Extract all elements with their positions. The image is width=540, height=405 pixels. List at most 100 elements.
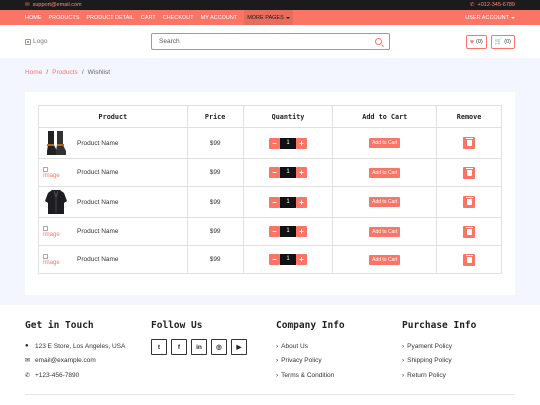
search-icon[interactable] [375, 38, 382, 45]
plus-button[interactable]: + [295, 196, 307, 208]
nav-more-pages[interactable]: MORE PAGES [244, 10, 293, 25]
minus-button[interactable]: − [268, 137, 280, 149]
linkedin-icon[interactable]: in [191, 339, 207, 355]
plus-button[interactable]: + [295, 137, 307, 149]
table-row: Product Name $99 −1 + Add to Cart [38, 186, 502, 218]
product-price: $99 [186, 127, 244, 159]
footer-link-privacy[interactable]: › Privacy Policy [276, 354, 345, 369]
footer-link-return[interactable]: › Return Policy [402, 368, 476, 383]
cart-button[interactable]: 🛒 (0) [490, 35, 515, 49]
quantity-input[interactable]: 1 [279, 137, 296, 149]
remove-button[interactable] [463, 166, 476, 179]
footer-email[interactable]: ✉ email@example.com [25, 354, 125, 369]
quantity-stepper: −1 + [268, 137, 307, 149]
table-row: Image Product Name $99 −1 + Add to Cart [38, 245, 502, 274]
wishlist-button[interactable]: ♥ (0) [465, 35, 487, 49]
add-to-cart-button[interactable]: Add to Cart [369, 167, 401, 178]
table-row: Image Product Name $99 −1 + Add to Cart [38, 158, 502, 187]
wishlist-panel: Product Price Quantity Add to Cart Remov… [25, 92, 515, 295]
footer-link-terms[interactable]: › Terms & Condition [276, 368, 345, 383]
nav-checkout[interactable]: CHECKOUT [163, 10, 194, 25]
chevron-right-icon: › [276, 357, 279, 365]
remove-button[interactable] [463, 253, 476, 266]
quantity-stepper: −1 + [268, 254, 307, 265]
chevron-right-icon: › [402, 371, 405, 379]
trash-icon [465, 138, 473, 146]
map-marker-icon: ● [25, 343, 29, 350]
product-name[interactable]: Product Name [77, 140, 119, 147]
product-image[interactable]: Image [43, 160, 69, 186]
quantity-stepper: −1 + [268, 226, 307, 237]
top-email[interactable]: ✉ support@email.com [25, 2, 82, 8]
nav-home[interactable]: HOME [25, 10, 42, 25]
quantity-input[interactable]: 1 [279, 167, 296, 178]
product-name[interactable]: Product Name [77, 228, 119, 235]
add-to-cart-button[interactable]: Add to Cart [369, 226, 401, 237]
footer-company-title: Company Info [276, 320, 345, 331]
nav-my-account[interactable]: MY ACCOUNT [201, 10, 238, 25]
footer: Get in Touch ● 123 E Store, Los Angeles, … [0, 305, 540, 405]
instagram-icon[interactable]: ◎ [211, 339, 227, 355]
logo[interactable]: Logo [25, 38, 151, 45]
footer-divider [25, 394, 515, 395]
envelope-icon: ✉ [25, 358, 31, 365]
nav-product-detail[interactable]: PRODUCT DETAIL [86, 10, 133, 25]
heart-icon: ♥ [469, 38, 475, 46]
twitter-icon[interactable]: t [151, 339, 167, 355]
top-phone[interactable]: ✆ +012-345-6789 [470, 2, 515, 8]
nav-products[interactable]: PRODUCTS [49, 10, 80, 25]
product-name[interactable]: Product Name [77, 169, 119, 176]
footer-company: Company Info › About Us › Privacy Policy ›… [276, 320, 345, 383]
quantity-input[interactable]: 1 [279, 196, 296, 208]
footer-purchase: Purchase Info › Pyament Policy › Shipping … [402, 320, 476, 383]
product-image[interactable]: Image [43, 219, 69, 245]
chevron-right-icon: › [402, 357, 405, 365]
minus-button[interactable]: − [268, 254, 280, 265]
caret-down-icon [285, 16, 290, 19]
col-product: Product [38, 105, 188, 128]
product-name[interactable]: Product Name [77, 199, 119, 206]
add-to-cart-button[interactable]: Add to Cart [369, 254, 401, 265]
minus-button[interactable]: − [268, 226, 280, 237]
minus-button[interactable]: − [268, 167, 280, 178]
youtube-icon[interactable]: ▶ [231, 339, 247, 355]
breadcrumb-products[interactable]: Products [52, 69, 78, 76]
plus-button[interactable]: + [295, 167, 307, 178]
chevron-right-icon: › [402, 342, 405, 350]
remove-button[interactable] [463, 225, 476, 238]
product-price: $99 [186, 186, 244, 218]
plus-button[interactable]: + [295, 254, 307, 265]
facebook-icon[interactable]: f [171, 339, 187, 355]
minus-button[interactable]: − [268, 196, 280, 208]
product-image[interactable]: Image [43, 247, 69, 273]
footer-contact: Get in Touch ● 123 E Store, Los Angeles, … [25, 320, 125, 383]
broken-image-icon [43, 225, 48, 231]
breadcrumb-home[interactable]: Home [25, 69, 42, 76]
search-input[interactable]: Search [151, 33, 390, 50]
footer-link-payment[interactable]: › Pyament Policy [402, 339, 476, 354]
remove-button[interactable] [463, 196, 476, 208]
caret-down-icon [511, 16, 515, 19]
product-image[interactable] [43, 130, 69, 156]
add-to-cart-button[interactable]: Add to Cart [369, 197, 401, 207]
footer-phone[interactable]: ✆ +123-456-7890 [25, 368, 125, 383]
cart-icon: 🛒 [494, 39, 503, 45]
quantity-input[interactable]: 1 [279, 226, 296, 237]
product-name[interactable]: Product Name [77, 256, 119, 263]
header: Logo Search ♥ (0) 🛒 (0) [0, 25, 540, 58]
footer-follow-title: Follow Us [151, 320, 203, 331]
remove-button[interactable] [463, 137, 476, 149]
nav-cart[interactable]: CART [141, 10, 156, 25]
col-add-to-cart: Add to Cart [332, 105, 438, 128]
product-price: $99 [186, 245, 244, 274]
footer-link-shipping[interactable]: › Shipping Policy [402, 354, 476, 369]
quantity-input[interactable]: 1 [279, 254, 296, 265]
chevron-right-icon: › [276, 371, 279, 379]
plus-button[interactable]: + [295, 226, 307, 237]
breadcrumb: Home / Products / Wishlist [25, 69, 111, 76]
footer-link-about[interactable]: › About Us [276, 339, 345, 354]
product-image[interactable] [43, 189, 69, 215]
add-to-cart-button[interactable]: Add to Cart [369, 138, 401, 148]
nav-user-account[interactable]: USER ACCOUNT [465, 15, 515, 21]
phone-icon: ✆ [469, 2, 475, 8]
